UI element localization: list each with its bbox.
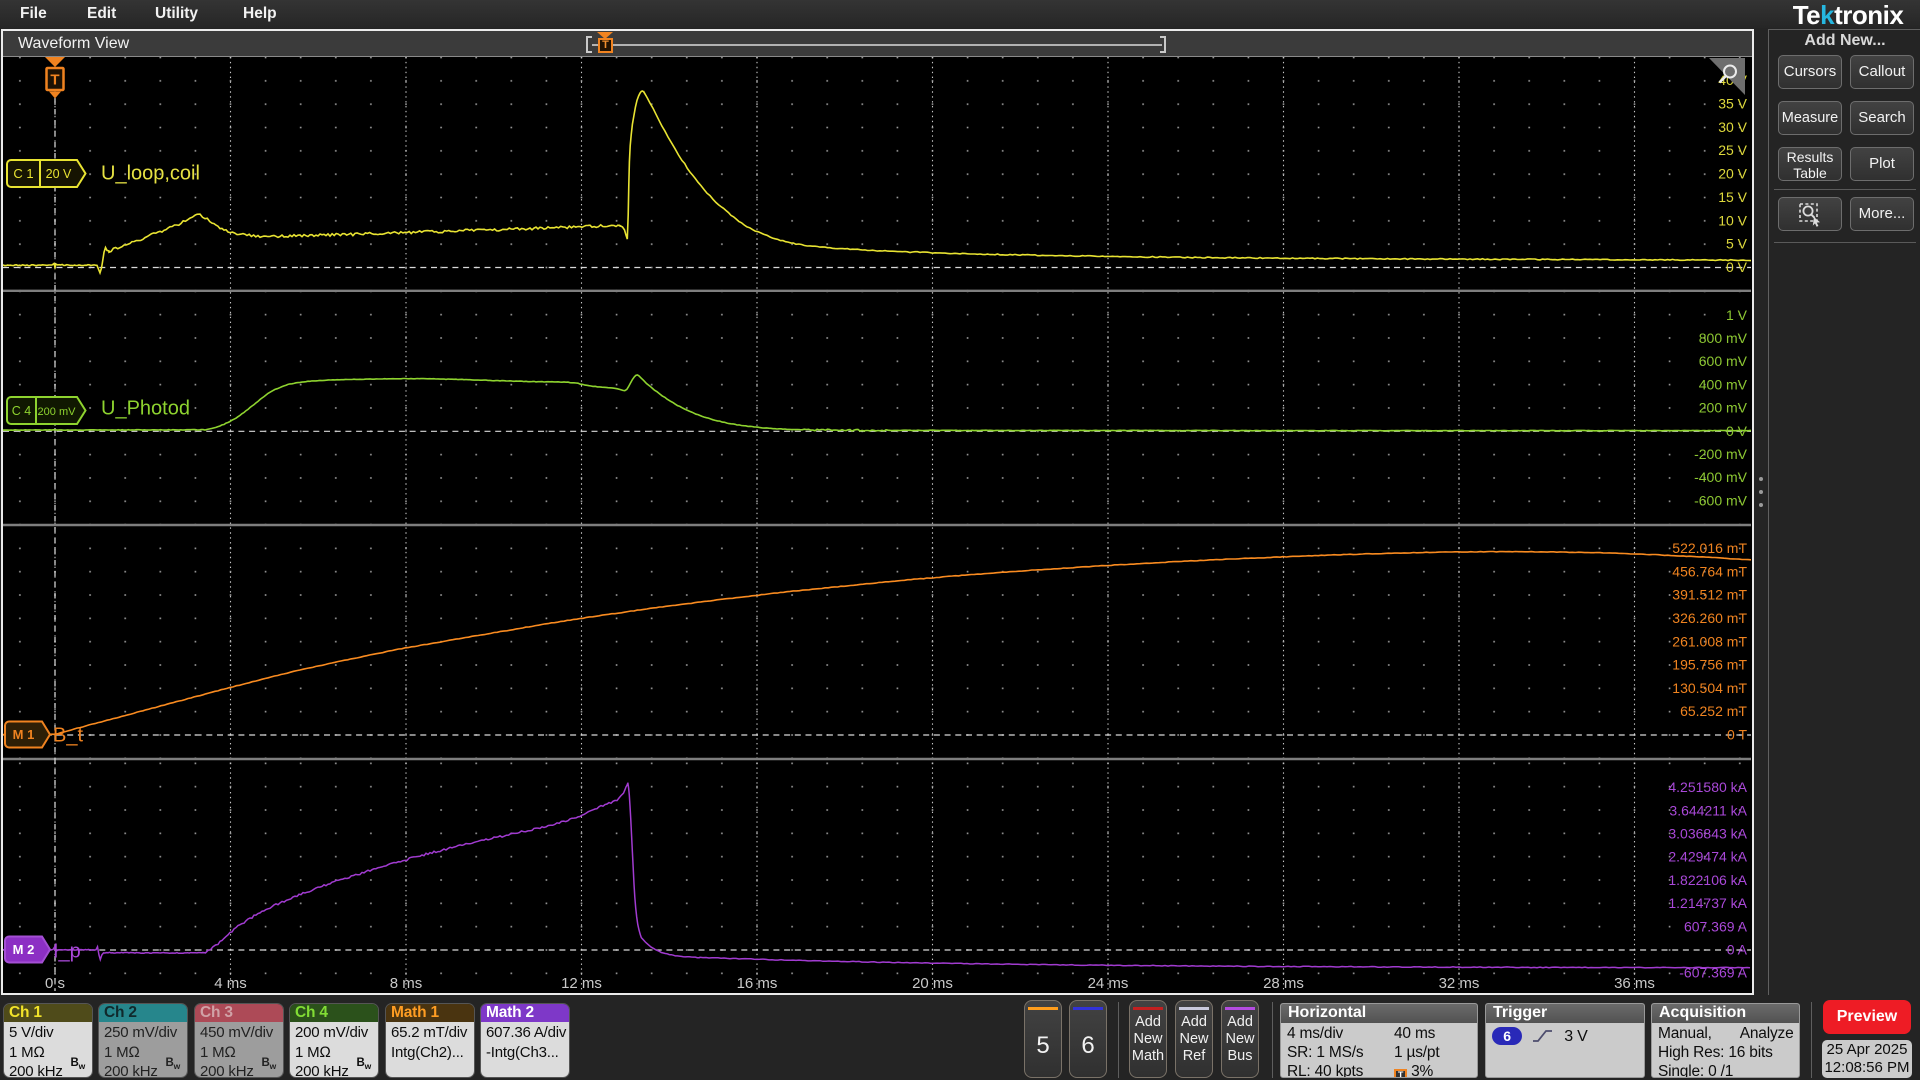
svg-text:3.644211 kA: 3.644211 kA [1669, 802, 1747, 818]
svg-text:400 mV: 400 mV [1699, 376, 1748, 392]
svg-text:12 ms: 12 ms [561, 975, 602, 992]
svg-text:0 A: 0 A [1727, 942, 1748, 958]
svg-text:28 ms: 28 ms [1263, 975, 1304, 992]
svg-text:U_loop,coil: U_loop,coil [101, 163, 200, 185]
svg-text:456.764 mT: 456.764 mT [1672, 563, 1747, 579]
svg-text:20 ms: 20 ms [912, 975, 953, 992]
svg-text:522.016 mT: 522.016 mT [1672, 540, 1747, 556]
svg-text:25 V: 25 V [1718, 142, 1747, 158]
svg-text:326.260 mT: 326.260 mT [1672, 610, 1747, 626]
svg-text:0 T: 0 T [1727, 727, 1747, 743]
svg-text:36 ms: 36 ms [1614, 975, 1655, 992]
svg-text:32 ms: 32 ms [1439, 975, 1480, 992]
svg-text:20 V: 20 V [46, 167, 72, 181]
svg-text:607.369 A: 607.369 A [1684, 918, 1748, 934]
svg-text:B_t: B_t [53, 725, 83, 747]
svg-text:U_Photod: U_Photod [101, 398, 190, 420]
svg-text:4 ms: 4 ms [214, 975, 247, 992]
svg-text:1.214737 kA: 1.214737 kA [1668, 895, 1747, 911]
svg-text:30 V: 30 V [1718, 119, 1747, 135]
svg-text:195.756 mT: 195.756 mT [1672, 657, 1747, 673]
svg-text:2.429474 kA: 2.429474 kA [1668, 849, 1747, 865]
svg-text:24 ms: 24 ms [1088, 975, 1129, 992]
svg-text:0 V: 0 V [1726, 423, 1748, 439]
svg-text:1 V: 1 V [1726, 307, 1748, 323]
svg-text:15 V: 15 V [1718, 189, 1747, 205]
svg-text:20 V: 20 V [1718, 166, 1747, 182]
svg-text:200 mV: 200 mV [38, 406, 77, 418]
svg-text:600 mV: 600 mV [1699, 353, 1748, 369]
svg-text:-400 mV: -400 mV [1694, 469, 1748, 485]
svg-text:3.036843 kA: 3.036843 kA [1668, 826, 1747, 842]
svg-text:-607.369 A: -607.369 A [1679, 965, 1747, 981]
svg-text:T: T [50, 72, 59, 89]
svg-text:1.822106 kA: 1.822106 kA [1668, 872, 1747, 888]
svg-text:M 1: M 1 [13, 727, 35, 742]
svg-text:65.252 mT: 65.252 mT [1680, 703, 1747, 719]
svg-text:200 mV: 200 mV [1699, 400, 1748, 416]
svg-text:0 s: 0 s [45, 975, 65, 992]
svg-text:5 V: 5 V [1726, 236, 1748, 252]
svg-text:8 ms: 8 ms [390, 975, 423, 992]
svg-text:C 4: C 4 [12, 404, 32, 418]
svg-text:391.512 mT: 391.512 mT [1672, 587, 1747, 603]
svg-text:-600 mV: -600 mV [1694, 492, 1748, 508]
svg-text:10 V: 10 V [1718, 212, 1747, 228]
svg-text:16 ms: 16 ms [737, 975, 778, 992]
svg-text:800 mV: 800 mV [1699, 330, 1748, 346]
svg-text:0 V: 0 V [1726, 259, 1748, 275]
svg-text:M 2: M 2 [13, 942, 35, 957]
svg-text:I_p: I_p [53, 941, 81, 963]
svg-text:261.008 mT: 261.008 mT [1672, 633, 1747, 649]
svg-text:35 V: 35 V [1718, 96, 1747, 112]
svg-text:4.251580 kA: 4.251580 kA [1668, 779, 1747, 795]
svg-text:C 1: C 1 [13, 166, 33, 181]
svg-text:-200 mV: -200 mV [1694, 446, 1748, 462]
svg-text:130.504 mT: 130.504 mT [1672, 680, 1747, 696]
